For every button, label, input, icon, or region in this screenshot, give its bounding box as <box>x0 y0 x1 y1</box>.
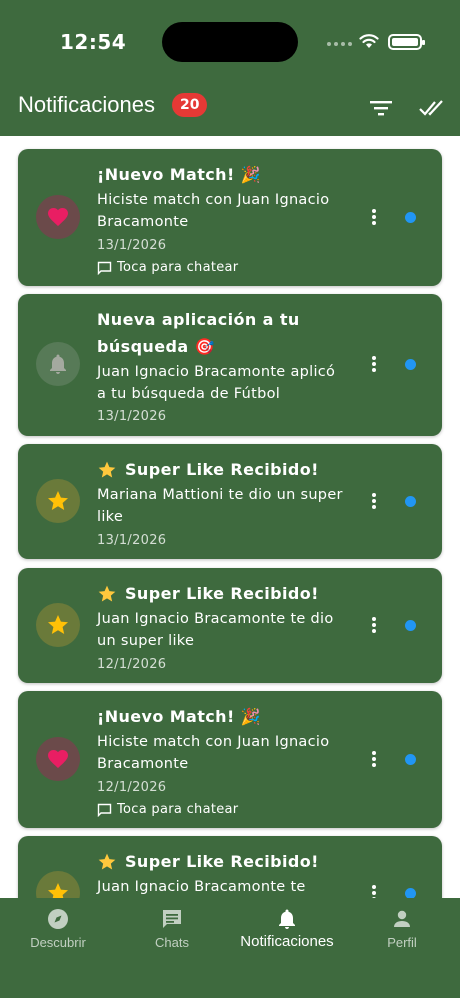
notification-title: ¡Nuevo Match! 🎉 <box>97 165 261 184</box>
star-icon <box>48 883 68 898</box>
star-emoji-icon <box>98 585 116 602</box>
unread-dot <box>405 754 416 765</box>
more-options-button[interactable] <box>362 205 386 229</box>
notification-avatar <box>36 342 80 386</box>
status-time: 12:54 <box>60 30 127 54</box>
notification-card[interactable]: Super Like Recibido! Juan Ignacio Bracam… <box>18 836 442 898</box>
dynamic-island <box>162 22 298 62</box>
tab-label: Notificaciones <box>240 933 334 950</box>
more-options-button[interactable] <box>362 881 386 898</box>
battery-icon <box>388 34 425 50</box>
notification-date: 13/1/2026 <box>97 409 167 424</box>
notification-title: ¡Nuevo Match! 🎉 <box>97 707 261 726</box>
unread-dot <box>405 620 416 631</box>
notification-avatar <box>36 603 80 647</box>
bottom-tab-bar: Descubrir Chats Notificaciones Perfil <box>0 898 460 998</box>
unread-dot <box>405 212 416 223</box>
chat-bubble-icon <box>97 803 112 817</box>
tab-notificaciones[interactable]: Notificaciones <box>222 898 352 958</box>
notification-avatar <box>36 195 80 239</box>
notification-card[interactable]: ¡Nuevo Match! 🎉 Hiciste match con Juan I… <box>18 691 442 828</box>
cellular-signal-icon <box>327 40 353 48</box>
heart-icon <box>48 208 68 226</box>
notification-body: Juan Ignacio Bracamonte te <box>97 879 306 895</box>
notification-body: Hiciste match con Juan Ignacio Bracamont… <box>97 734 330 772</box>
notification-card[interactable]: Super Like Recibido! Juan Ignacio Bracam… <box>18 568 442 683</box>
notification-title: Nueva aplicación a tu búsqueda 🎯 <box>97 310 300 356</box>
chat-icon <box>163 910 181 928</box>
tab-perfil[interactable]: Perfil <box>354 898 450 958</box>
notification-body: Juan Ignacio Bracamonte aplicó a tu búsq… <box>97 364 336 402</box>
filter-icon[interactable] <box>368 96 396 120</box>
wifi-icon <box>359 34 379 48</box>
notification-body: Mariana Mattioni te dio un super like <box>97 487 343 525</box>
notification-avatar <box>36 871 80 898</box>
notification-date: 12/1/2026 <box>97 657 167 672</box>
chat-bubble-icon <box>97 261 112 275</box>
tab-label: Chats <box>155 935 189 950</box>
chat-hint[interactable]: Toca para chatear <box>97 802 238 817</box>
notification-date: 13/1/2026 <box>97 238 167 253</box>
notification-date: 13/1/2026 <box>97 533 167 548</box>
person-icon <box>394 910 410 927</box>
page-title: Notificaciones <box>18 92 155 117</box>
tab-descubrir[interactable]: Descubrir <box>10 898 106 958</box>
bell-icon <box>279 909 295 929</box>
notification-title: Super Like Recibido! <box>97 456 346 483</box>
unread-dot <box>405 496 416 507</box>
notification-card[interactable]: ¡Nuevo Match! 🎉 Hiciste match con Juan I… <box>18 149 442 286</box>
star-icon <box>48 615 68 634</box>
notification-date: 12/1/2026 <box>97 780 167 795</box>
more-options-button[interactable] <box>362 747 386 771</box>
notification-avatar <box>36 737 80 781</box>
tab-label: Descubrir <box>30 935 86 950</box>
tab-label: Perfil <box>387 935 417 950</box>
mark-all-read-icon[interactable] <box>418 96 446 120</box>
unread-count-badge: 20 <box>172 93 208 117</box>
notification-title-text: Super Like Recibido! <box>125 584 319 603</box>
star-emoji-icon <box>98 853 116 870</box>
chat-hint[interactable]: Toca para chatear <box>97 260 238 275</box>
unread-dot <box>405 888 416 898</box>
notification-avatar <box>36 479 80 523</box>
more-options-button[interactable] <box>362 613 386 637</box>
bell-icon <box>50 354 66 374</box>
star-emoji-icon <box>98 461 116 478</box>
notification-body: Hiciste match con Juan Ignacio Bracamont… <box>97 192 330 230</box>
more-options-button[interactable] <box>362 489 386 513</box>
heart-icon <box>48 750 68 768</box>
compass-icon <box>48 909 68 929</box>
chat-hint-label: Toca para chatear <box>117 260 239 275</box>
unread-dot <box>405 359 416 370</box>
status-bar: 12:54 <box>0 0 460 80</box>
tab-chats[interactable]: Chats <box>124 898 220 958</box>
notification-card[interactable]: Super Like Recibido! Mariana Mattioni te… <box>18 444 442 559</box>
notification-title: Super Like Recibido! <box>97 580 346 607</box>
app-bar: Notificaciones 20 <box>0 80 460 136</box>
notification-body: Juan Ignacio Bracamonte te dio un super … <box>97 611 334 649</box>
notification-list[interactable]: ¡Nuevo Match! 🎉 Hiciste match con Juan I… <box>0 136 460 898</box>
notification-title-text: Super Like Recibido! <box>125 852 319 871</box>
star-icon <box>48 491 68 510</box>
more-options-button[interactable] <box>362 352 386 376</box>
chat-hint-label: Toca para chatear <box>117 802 239 817</box>
notification-title-text: Super Like Recibido! <box>125 460 319 479</box>
notification-title: Super Like Recibido! <box>97 848 346 875</box>
notification-card[interactable]: Nueva aplicación a tu búsqueda 🎯 Juan Ig… <box>18 294 442 436</box>
